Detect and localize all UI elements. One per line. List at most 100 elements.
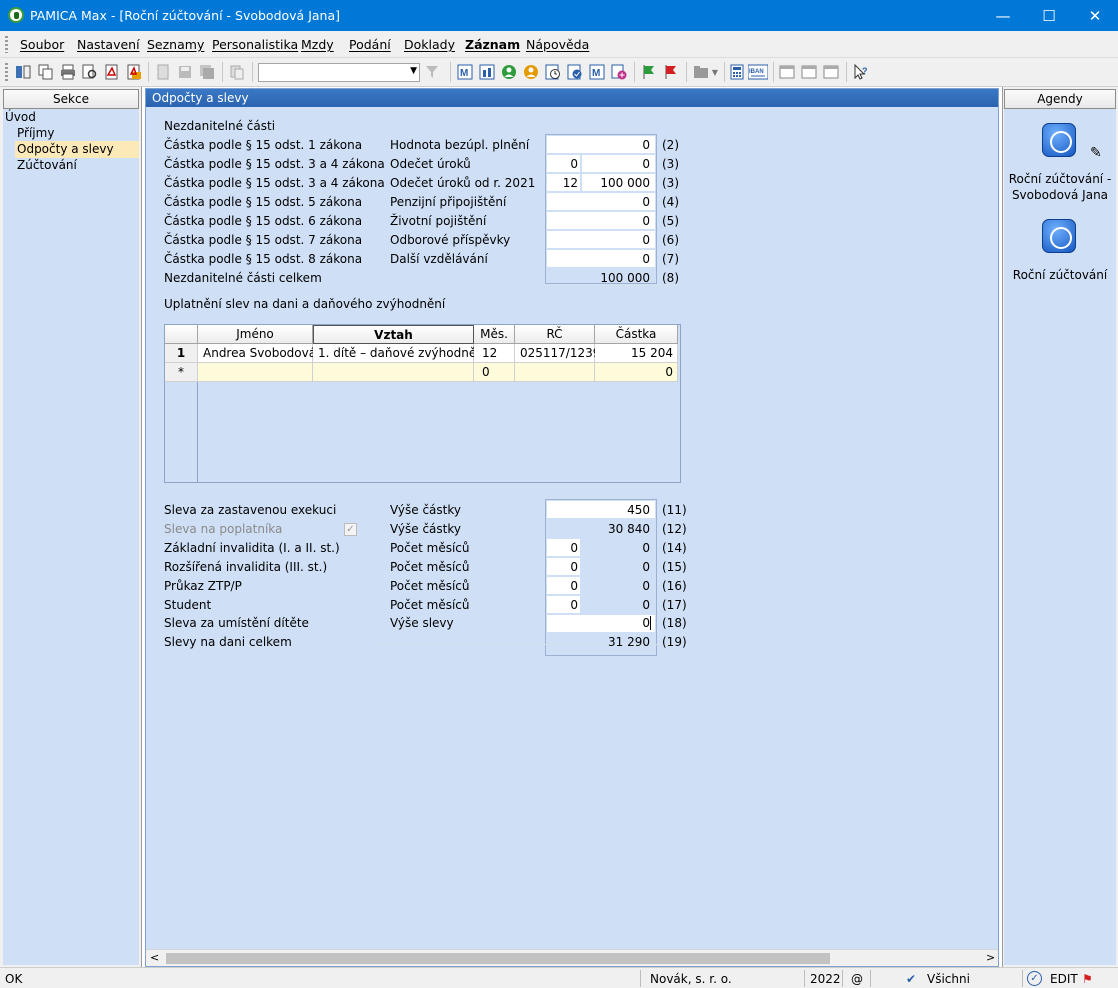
- m-doc-icon[interactable]: M: [456, 63, 474, 81]
- row-number[interactable]: 1: [165, 344, 198, 363]
- deduction-value[interactable]: 0: [582, 195, 650, 209]
- credit-value[interactable]: 0: [582, 541, 650, 555]
- cell-jmeno[interactable]: Andrea Svobodová: [198, 344, 316, 363]
- window-icon-1[interactable]: [778, 63, 796, 81]
- green-flag-icon[interactable]: [640, 63, 658, 81]
- menu-doklady[interactable]: Doklady: [404, 37, 455, 52]
- save-all-icon[interactable]: [198, 63, 216, 81]
- horizontal-scrollbar[interactable]: < >: [146, 949, 998, 966]
- chart-doc-icon[interactable]: [478, 63, 496, 81]
- agenda-item-2[interactable]: Roční zúčtování: [1004, 267, 1116, 283]
- menu-zaznam[interactable]: Záznam: [465, 37, 520, 52]
- folder-dropdown-icon[interactable]: ▼: [710, 63, 720, 81]
- col-header-jmeno[interactable]: Jméno: [198, 325, 313, 344]
- credit-count[interactable]: 0: [547, 598, 578, 612]
- col-header-rc[interactable]: RČ: [515, 325, 595, 344]
- credit-count[interactable]: 0: [547, 541, 578, 555]
- chevron-down-icon[interactable]: ▼: [410, 66, 417, 76]
- menu-nastaveni[interactable]: Nastavení: [77, 37, 140, 52]
- checkbox-poplatnik[interactable]: ✓: [344, 523, 357, 536]
- m-doc2-icon[interactable]: M: [588, 63, 606, 81]
- agenda-annual-settlement-icon[interactable]: [1042, 219, 1076, 253]
- cell-rc[interactable]: 025117/1239: [515, 344, 600, 363]
- window-icon-3[interactable]: [822, 63, 840, 81]
- folder-icon[interactable]: [692, 63, 710, 81]
- menu-seznamy[interactable]: Seznamy: [147, 37, 204, 52]
- deduction-value[interactable]: 0: [582, 157, 650, 171]
- credit-value[interactable]: 31 290: [582, 635, 650, 649]
- cell-vztah[interactable]: 1. dítě – daňové zvýhodnění: [313, 344, 487, 363]
- menu-napoveda[interactable]: Nápověda: [526, 37, 589, 52]
- nav-item-odpocty[interactable]: Odpočty a slevy: [15, 141, 139, 158]
- cell-mes[interactable]: 12: [474, 344, 515, 363]
- minimize-button[interactable]: —: [980, 0, 1026, 31]
- menu-mzdy[interactable]: Mzdy: [301, 37, 334, 52]
- deduction-value[interactable]: 100 000: [582, 176, 650, 190]
- window-icon-2[interactable]: [800, 63, 818, 81]
- credit-value[interactable]: 30 840: [582, 522, 650, 536]
- cell-castka[interactable]: 15 204: [595, 344, 678, 363]
- pdf-icon[interactable]: [103, 63, 121, 81]
- layout-icon[interactable]: [14, 63, 32, 81]
- deduction-count[interactable]: 12: [547, 176, 578, 190]
- new-record-icon[interactable]: [154, 63, 172, 81]
- new-cell-castka[interactable]: 0: [595, 363, 678, 382]
- clock-doc-icon[interactable]: [544, 63, 562, 81]
- agenda-item-1[interactable]: Roční zúčtování - Svobodová Jana: [1004, 171, 1116, 203]
- filter-combo[interactable]: ▼: [258, 63, 420, 82]
- calculator-icon[interactable]: [728, 63, 746, 81]
- new-cell-rc[interactable]: [515, 363, 595, 382]
- print-icon[interactable]: [59, 63, 77, 81]
- credit-value[interactable]: 0: [582, 560, 650, 574]
- deduction-label: Částka podle § 15 odst. 7 zákona: [164, 233, 363, 247]
- check-doc-icon[interactable]: [566, 63, 584, 81]
- red-flag-icon[interactable]: [662, 63, 680, 81]
- credit-value[interactable]: 450: [582, 503, 650, 517]
- scroll-left-icon[interactable]: <: [150, 951, 159, 964]
- credit-value[interactable]: 0: [582, 616, 650, 630]
- deduction-value[interactable]: 0: [582, 233, 650, 247]
- person-orange-icon[interactable]: [522, 63, 540, 81]
- close-button[interactable]: ✕: [1072, 0, 1118, 31]
- credit-value[interactable]: 0: [582, 579, 650, 593]
- maximize-button[interactable]: ☐: [1026, 0, 1072, 31]
- nav-item-zuctovani[interactable]: Zúčtování: [15, 157, 139, 174]
- new-cell-vztah[interactable]: [313, 363, 474, 382]
- col-header-mes[interactable]: Měs.: [474, 325, 515, 344]
- new-cell-jmeno[interactable]: [198, 363, 313, 382]
- help-icon[interactable]: ?: [852, 63, 870, 81]
- copy-icon[interactable]: [37, 63, 55, 81]
- preview-icon[interactable]: [81, 63, 99, 81]
- flag-icon[interactable]: ⚑: [1082, 972, 1093, 986]
- credit-value[interactable]: 0: [582, 598, 650, 612]
- nav-item-uvod[interactable]: Úvod: [3, 109, 139, 126]
- menu-soubor[interactable]: Soubor: [20, 37, 64, 52]
- col-header-vztah[interactable]: Vztah: [313, 325, 474, 344]
- scroll-right-icon[interactable]: >: [986, 951, 995, 964]
- person-green-icon[interactable]: [500, 63, 518, 81]
- col-header-castka[interactable]: Částka: [595, 325, 678, 344]
- deduction-value[interactable]: 100 000: [582, 271, 650, 285]
- deduction-value[interactable]: 0: [582, 252, 650, 266]
- credit-count[interactable]: 0: [547, 560, 578, 574]
- scroll-thumb[interactable]: [166, 953, 830, 964]
- menu-personalistika[interactable]: Personalistika: [212, 37, 298, 52]
- new-cell-mes[interactable]: 0: [474, 363, 515, 382]
- menu-podani[interactable]: Podání: [349, 37, 391, 52]
- agenda-annual-settlement-icon[interactable]: [1042, 123, 1076, 157]
- credit-count[interactable]: 0: [547, 579, 578, 593]
- deduction-label: Částka podle § 15 odst. 5 zákona: [164, 195, 363, 209]
- export-pdf-icon[interactable]: [125, 63, 143, 81]
- deduction-value[interactable]: 0: [582, 214, 650, 228]
- iban-icon[interactable]: IBAN: [748, 63, 768, 81]
- filter-icon[interactable]: [424, 63, 442, 81]
- deduction-count[interactable]: 0: [547, 157, 578, 171]
- nav-item-prijmy[interactable]: Příjmy: [15, 125, 139, 142]
- save-icon[interactable]: [176, 63, 194, 81]
- new-row-marker[interactable]: *: [165, 363, 198, 382]
- deduction-value[interactable]: 0: [582, 138, 650, 152]
- clipboard-icon[interactable]: [228, 63, 246, 81]
- agendas-pane: Agendy ✎ Roční zúčtování - Svobodová Jan…: [1002, 87, 1118, 967]
- children-table[interactable]: Jméno Vztah Měs. RČ Částka 1 Andrea Svob…: [164, 324, 681, 483]
- add-doc-icon[interactable]: [610, 63, 628, 81]
